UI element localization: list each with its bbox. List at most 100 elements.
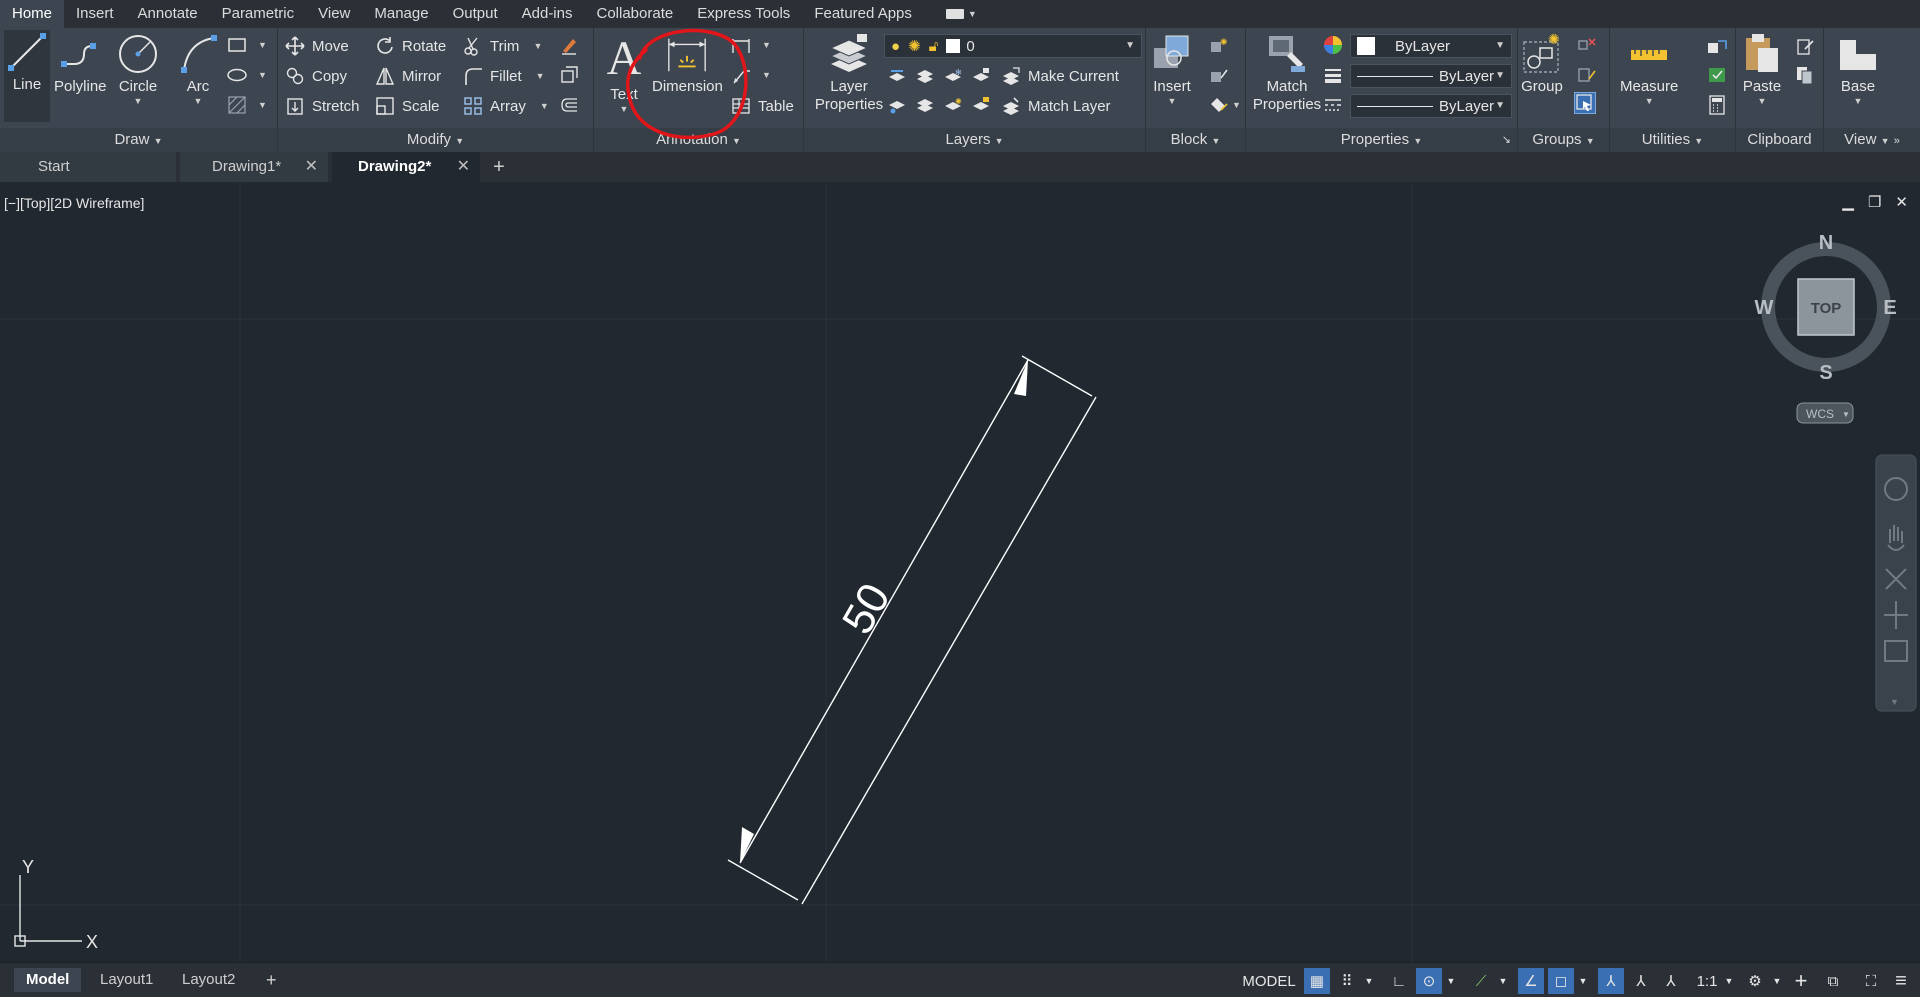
base-view-button[interactable]: Base ▼ [1836, 32, 1880, 106]
chevron-down-icon[interactable]: ▼ [1722, 968, 1736, 994]
panel-launcher-icon[interactable]: ↘ [1502, 128, 1511, 152]
chevron-down-icon[interactable]: ▼ [1362, 968, 1376, 994]
panel-properties-title[interactable]: Properties ▼ ↘ [1246, 128, 1517, 152]
create-block-icon[interactable]: ✺ [1208, 34, 1230, 56]
tab-manage[interactable]: Manage [362, 0, 440, 28]
polyline-button[interactable]: Polyline [54, 32, 107, 96]
mirror-button[interactable]: Mirror [374, 64, 441, 88]
wcs-menu[interactable]: WCS [1806, 407, 1834, 421]
restore-icon[interactable]: ❐ [1868, 193, 1881, 211]
group-edit-icon[interactable] [1576, 64, 1598, 86]
rotate-button[interactable]: Rotate [374, 34, 446, 58]
match-layer-button[interactable]: Match Layer [1000, 94, 1111, 118]
ortho-icon[interactable]: ∟ [1386, 968, 1412, 994]
layer-thaw-icon[interactable]: ✺ [942, 94, 964, 116]
cut-copy-icon[interactable] [1794, 36, 1816, 58]
grid-icon[interactable]: ▦ [1304, 968, 1330, 994]
chevron-down-icon[interactable]: ▼ [1770, 968, 1784, 994]
make-current-button[interactable]: Make Current [1000, 64, 1119, 88]
tab-view[interactable]: View [306, 0, 362, 28]
layout-tab-layout1[interactable]: Layout1 [88, 968, 165, 992]
move-button[interactable]: Move [284, 34, 349, 58]
compass-west[interactable]: W [1755, 297, 1774, 319]
group-button[interactable]: ✺ Group [1520, 32, 1564, 96]
tab-insert[interactable]: Insert [64, 0, 126, 28]
insert-button[interactable]: Insert ▼ [1150, 32, 1194, 106]
fillet-button[interactable]: Fillet ▼ [462, 64, 545, 88]
isolate-objects-icon[interactable]: ⧉ [1820, 968, 1846, 994]
gear-icon[interactable]: ⚙ [1742, 968, 1768, 994]
minimize-icon[interactable]: ▁ [1842, 193, 1854, 211]
fullscreen-icon[interactable]: ⛶ [1858, 968, 1884, 994]
object-snap-icon[interactable]: ◻ [1548, 968, 1574, 994]
circle-button[interactable]: Circle ▼ [116, 32, 160, 106]
isometric-icon[interactable]: ⟋ [1468, 968, 1494, 994]
snap-icon[interactable]: ⠿ [1334, 968, 1360, 994]
ungroup-icon[interactable] [1576, 34, 1598, 56]
layer-unlock-icon[interactable] [970, 94, 992, 116]
edit-attributes-icon[interactable] [1208, 94, 1230, 116]
rectangle-icon[interactable] [226, 34, 248, 56]
viewcube-top-face[interactable]: TOP [1811, 300, 1842, 317]
close-icon[interactable]: ✕ [1895, 193, 1908, 211]
paste-button[interactable]: Paste ▼ [1740, 32, 1784, 106]
linetype-dropdown[interactable]: ByLayer ▼ [1350, 94, 1512, 118]
viewport-controls[interactable]: [−][Top][2D Wireframe] [4, 195, 144, 211]
group-selection-icon[interactable] [1574, 92, 1596, 114]
layer-isolate-icon[interactable] [914, 64, 936, 86]
arc-button[interactable]: Arc ▼ [176, 32, 220, 106]
tab-annotate[interactable]: Annotate [126, 0, 210, 28]
panel-utilities-title[interactable]: Utilities ▼ [1610, 128, 1735, 152]
layer-off-icon[interactable] [886, 64, 908, 86]
trim-button[interactable]: Trim ▼ [462, 34, 542, 58]
chevron-down-icon[interactable]: ▼ [1444, 968, 1458, 994]
offset-icon[interactable] [558, 94, 580, 116]
chevron-down-icon[interactable]: ▼ [1576, 968, 1590, 994]
add-layout-button[interactable]: + [254, 968, 289, 992]
polar-tracking-icon[interactable]: ⊙ [1416, 968, 1442, 994]
ribbon-minimize-toggle[interactable]: ▼ [945, 9, 977, 19]
layout-tab-model[interactable]: Model [14, 968, 82, 992]
new-tab-button[interactable]: + [484, 152, 514, 182]
annotation-scale-icon[interactable]: ⅄ [1658, 968, 1684, 994]
edit-block-icon[interactable] [1208, 64, 1230, 86]
layout-tab-layout2[interactable]: Layout2 [170, 968, 247, 992]
layer-walk-icon[interactable] [914, 94, 936, 116]
panel-groups-title[interactable]: Groups ▼ [1518, 128, 1609, 152]
aligned-dimension[interactable] [727, 355, 1097, 905]
tab-output[interactable]: Output [441, 0, 510, 28]
tab-home[interactable]: Home [0, 0, 65, 28]
hatch-icon[interactable] [226, 94, 248, 116]
array-button[interactable]: Array ▼ [462, 94, 549, 118]
tab-parametric[interactable]: Parametric [210, 0, 307, 28]
panel-layers-title[interactable]: Layers ▼ [804, 128, 1145, 152]
panel-modify-title[interactable]: Modify ▼ [278, 128, 593, 152]
calculator-icon[interactable] [1706, 94, 1728, 116]
doc-tab-drawing1[interactable]: Drawing1* ✕ [180, 152, 328, 182]
lineweight-icon[interactable] [1322, 64, 1344, 86]
color-dropdown[interactable]: ByLayer ▼ [1350, 34, 1512, 58]
panel-clipboard-title[interactable]: Clipboard [1736, 128, 1823, 152]
close-icon[interactable]: ✕ [305, 152, 318, 182]
model-space-toggle[interactable]: MODEL [1240, 968, 1298, 994]
erase-icon[interactable] [558, 34, 580, 56]
chevron-down-icon[interactable]: ▼ [1890, 697, 1899, 707]
panel-draw-title[interactable]: Draw ▼ [0, 128, 277, 152]
close-icon[interactable]: ✕ [457, 152, 470, 182]
chevron-down-icon[interactable]: ▼ [762, 70, 771, 80]
chevron-down-icon[interactable]: ▼ [258, 100, 267, 110]
copy-clip-icon[interactable] [1794, 64, 1816, 86]
plus-icon[interactable]: + [1788, 968, 1814, 994]
line-button[interactable]: Line [4, 30, 50, 122]
chevron-down-icon[interactable]: ▼ [1232, 100, 1241, 110]
annotation-scale-value[interactable]: 1:1 [1690, 968, 1724, 994]
copy-button[interactable]: Copy [284, 64, 347, 88]
tab-featured-apps[interactable]: Featured Apps [802, 0, 924, 28]
doc-tab-drawing2[interactable]: Drawing2* ✕ [332, 152, 480, 182]
chevron-down-icon[interactable]: ▼ [1496, 968, 1510, 994]
layer-dropdown[interactable]: ● ✺ 🔓︎ 0 ▼ [884, 34, 1142, 58]
chevron-down-icon[interactable]: ▼ [258, 40, 267, 50]
chevron-down-icon[interactable]: ▼ [762, 40, 771, 50]
compass-east[interactable]: E [1883, 297, 1896, 319]
drawing-canvas[interactable]: 50 Y X TOP N S E W WCS ▼ ▼ [−][Top][2D W… [0, 183, 1920, 962]
